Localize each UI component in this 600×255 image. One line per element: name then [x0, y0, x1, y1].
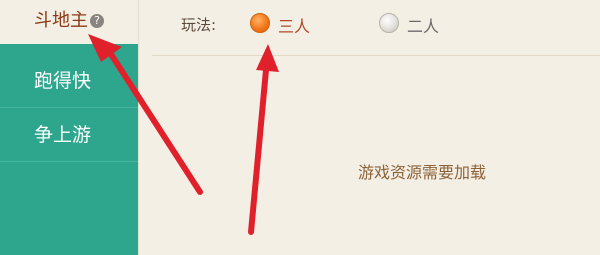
option-two-player-label[interactable]: 二人 — [407, 13, 439, 37]
sidebar: 斗地主? 跑得快 争上游 — [0, 0, 138, 255]
option-three-player-label[interactable]: 三人 — [278, 13, 310, 37]
arrow-to-radio — [248, 67, 269, 235]
play-mode-label: 玩法: — [181, 16, 217, 34]
sidebar-item-doudizhu[interactable]: 斗地主? — [0, 0, 138, 44]
help-icon[interactable]: ? — [90, 14, 104, 28]
sidebar-item-label: 跑得快 — [34, 70, 92, 92]
mode-row-divider — [152, 55, 600, 56]
loading-message: 游戏资源需要加载 — [358, 163, 487, 182]
sidebar-item-label: 争上游 — [34, 124, 92, 146]
radio-two-player[interactable] — [379, 13, 399, 33]
sidebar-item-paodekuai[interactable]: 跑得快 — [0, 55, 138, 108]
arrowhead-radio — [256, 44, 279, 72]
sidebar-divider — [138, 0, 139, 255]
radio-three-player[interactable] — [250, 13, 270, 33]
sidebar-item-label: 斗地主 — [34, 10, 88, 31]
sidebar-item-zhengshangyou[interactable]: 争上游 — [0, 109, 138, 162]
